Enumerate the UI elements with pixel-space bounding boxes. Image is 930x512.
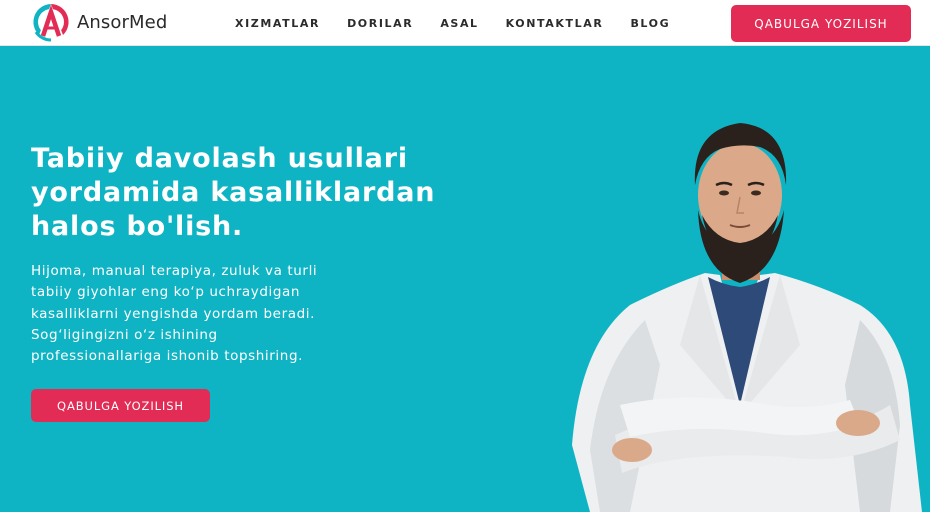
hero-appointment-button[interactable]: QABULGA YOZILISH [31, 389, 210, 422]
hero-description: Hijoma, manual terapiya, zuluk va turli … [31, 261, 391, 367]
nav-item-xizmatlar[interactable]: XIZMATLAR [235, 17, 320, 30]
hero-title: Tabiiy davolash usullari yordamida kasal… [31, 142, 451, 244]
nav-item-blog[interactable]: BLOG [630, 17, 670, 30]
header-appointment-button[interactable]: QABULGA YOZILISH [731, 5, 911, 42]
site-header: AnsorMed XIZMATLAR DORILAR ASAL KONTAKTL… [0, 0, 930, 46]
ansormed-logo-icon [33, 4, 69, 42]
nav-item-dorilar[interactable]: DORILAR [347, 17, 413, 30]
hero-title-line: halos bo'lish. [31, 211, 244, 242]
hero-description-line: Sogʻligingizni oʻz ishining [31, 326, 218, 343]
brand-logo[interactable]: AnsorMed [30, 2, 167, 42]
doctor-portrait [572, 123, 922, 512]
hero-description-line: professionallariga ishonib topshiring. [31, 348, 304, 365]
hero-description-line: kasalliklarni yengishda yordam beradi. [31, 305, 316, 322]
nav-item-kontaktlar[interactable]: KONTAKTLAR [506, 17, 604, 30]
hero-title-line: Tabiiy davolash usullari [31, 143, 408, 174]
hero-description-line: tabiiy giyohlar eng koʻp uchraydigan [31, 284, 301, 301]
nav-item-asal[interactable]: ASAL [440, 17, 478, 30]
main-nav: XIZMATLAR DORILAR ASAL KONTAKTLAR BLOG [235, 0, 697, 46]
brand-name: AnsorMed [77, 11, 168, 33]
hero-title-line: yordamida kasalliklardan [31, 177, 436, 208]
hero-description-line: Hijoma, manual terapiya, zuluk va turli [31, 263, 318, 279]
